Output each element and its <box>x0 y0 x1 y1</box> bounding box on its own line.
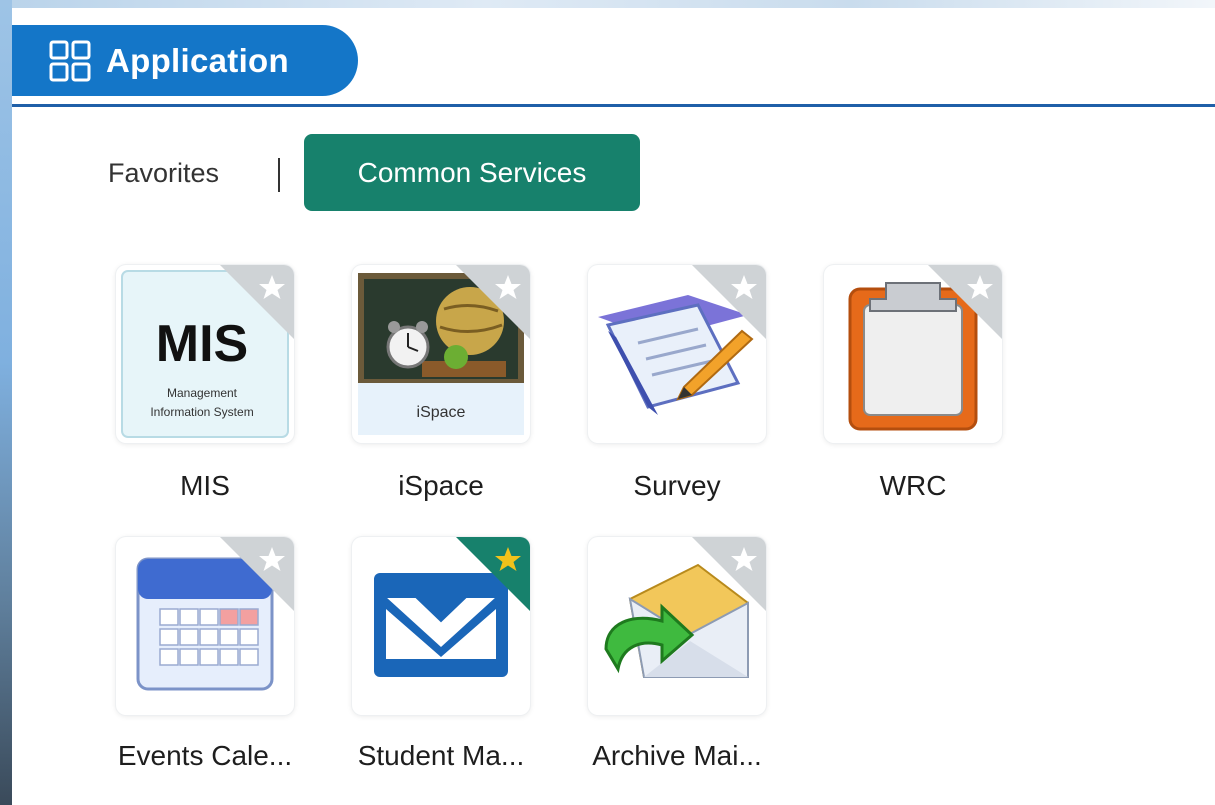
tab-favorites[interactable]: Favorites <box>108 158 219 189</box>
application-title: Application <box>106 41 289 79</box>
favorite-star-icon[interactable] <box>220 265 294 339</box>
favorite-star-icon-active[interactable] <box>456 537 530 611</box>
app-label-student-mail[interactable]: Student Ma... <box>321 740 561 772</box>
app-label-mis[interactable]: MIS <box>85 470 325 502</box>
mis-logo-line1: Management <box>167 386 238 400</box>
app-label-ispace[interactable]: iSpace <box>321 470 561 502</box>
ispace-art-caption: iSpace <box>417 404 466 421</box>
window-top-strip <box>0 0 1215 8</box>
tab-common-services[interactable]: Common Services <box>304 134 640 211</box>
app-label-wrc[interactable]: WRC <box>793 470 1033 502</box>
app-tile-archive-mail[interactable] <box>588 537 766 715</box>
app-tile-mis[interactable]: MIS Management Information System <box>116 265 294 443</box>
app-label-survey[interactable]: Survey <box>557 470 797 502</box>
favorite-star-icon[interactable] <box>456 265 530 339</box>
tab-divider <box>278 158 280 192</box>
application-header-tab[interactable]: Application <box>12 25 358 96</box>
mis-logo-line2: Information System <box>150 405 253 419</box>
favorite-star-icon[interactable] <box>692 265 766 339</box>
favorite-star-icon[interactable] <box>220 537 294 611</box>
window-left-edge <box>0 0 12 805</box>
favorite-star-icon[interactable] <box>928 265 1002 339</box>
app-tile-survey[interactable] <box>588 265 766 443</box>
app-tile-wrc[interactable] <box>824 265 1002 443</box>
application-panel: Application Favorites Common Services MI… <box>12 8 1215 805</box>
app-tile-student-mail[interactable] <box>352 537 530 715</box>
app-label-archive-mail[interactable]: Archive Mai... <box>557 740 797 772</box>
apps-grid-icon <box>49 40 91 81</box>
favorite-star-icon[interactable] <box>692 537 766 611</box>
app-label-events-calendar[interactable]: Events Cale... <box>85 740 325 772</box>
app-tile-ispace[interactable]: iSpace <box>352 265 530 443</box>
header-underline <box>12 104 1215 107</box>
app-tile-events-calendar[interactable] <box>116 537 294 715</box>
